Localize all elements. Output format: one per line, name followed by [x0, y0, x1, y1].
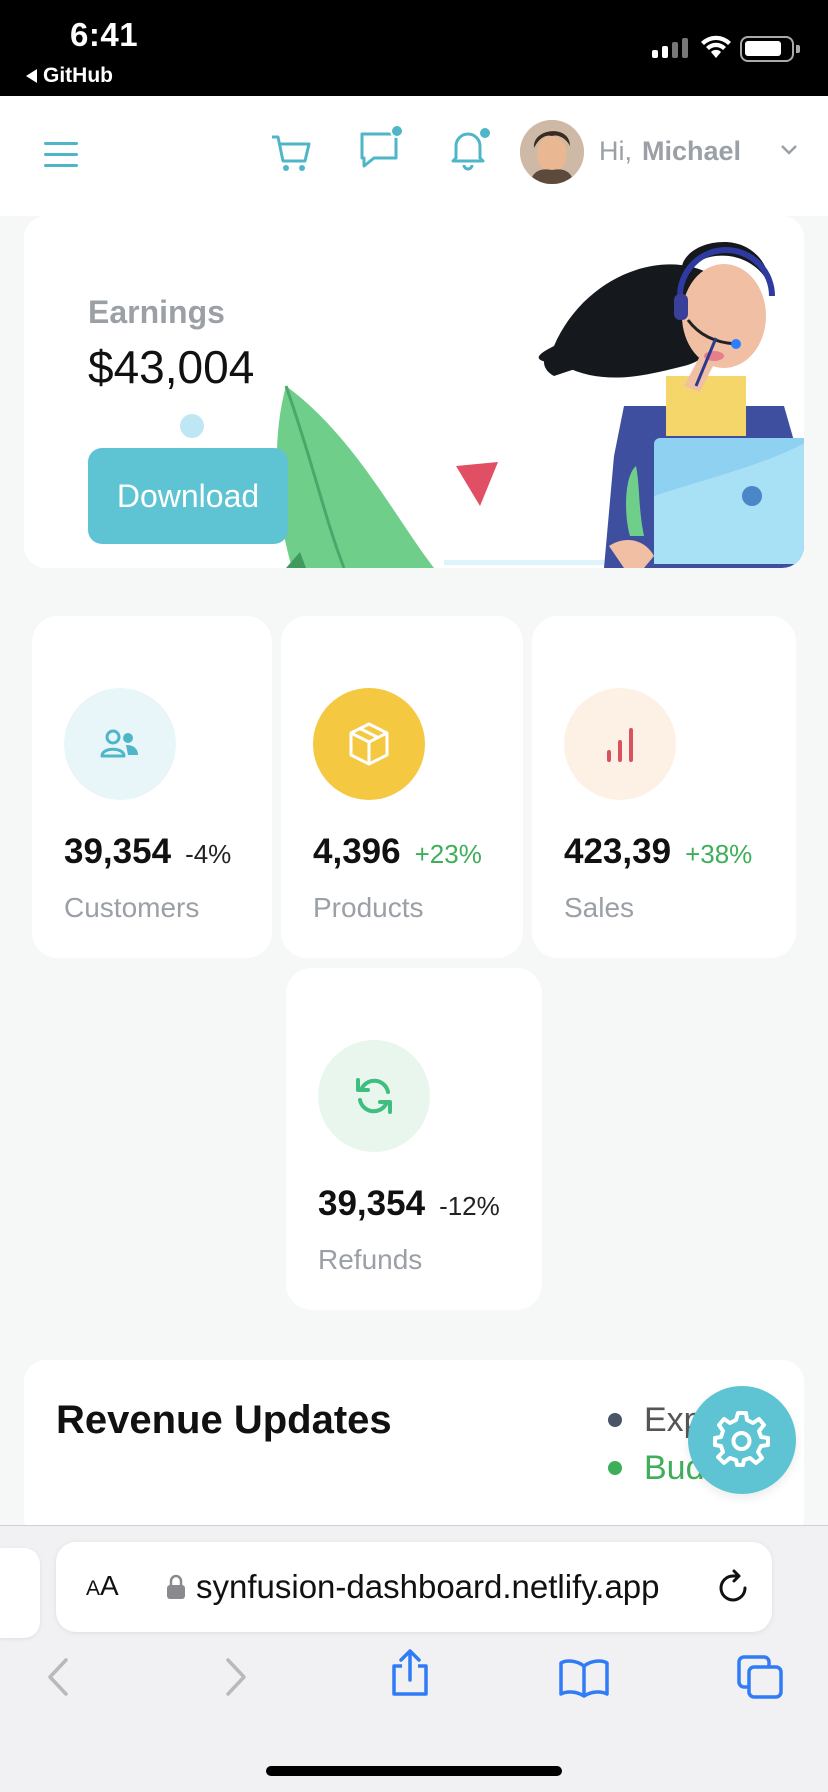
- customers-change: -4%: [185, 839, 232, 869]
- clock: 6:41: [70, 16, 139, 53]
- share-icon[interactable]: [388, 1648, 432, 1698]
- products-label: Products: [313, 892, 424, 923]
- customers-count: 39,354: [64, 832, 172, 871]
- products-value: 4,396 +23%: [313, 832, 482, 872]
- url-text[interactable]: synfusion-dashboard.netlify.app: [196, 1568, 716, 1606]
- browser-bottom-bar: AA synfusion-dashboard.netlify.app: [0, 1525, 828, 1792]
- notifications-button[interactable]: [448, 126, 494, 176]
- gear-icon: [713, 1411, 770, 1467]
- box-icon: [349, 722, 389, 766]
- revenue-title: Revenue Updates: [56, 1398, 392, 1442]
- download-button[interactable]: Download: [88, 448, 288, 544]
- status-bar: 6:41 GitHub: [0, 0, 828, 96]
- refunds-label: Refunds: [318, 1244, 423, 1275]
- reload-icon[interactable]: [716, 1568, 750, 1604]
- user-greeting[interactable]: Hi, Michael: [599, 136, 741, 167]
- bookmarks-icon[interactable]: [558, 1658, 610, 1698]
- previous-tab-peek[interactable]: [0, 1548, 40, 1638]
- text-size-button[interactable]: AA: [86, 1570, 119, 1602]
- sales-count: 423,39: [564, 832, 672, 871]
- earnings-label: Earnings: [88, 294, 225, 330]
- legend-bullet-budget: [608, 1461, 622, 1475]
- address-bar[interactable]: AA synfusion-dashboard.netlify.app: [56, 1542, 772, 1632]
- customers-icon: [100, 729, 138, 758]
- customers-value: 39,354 -4%: [64, 832, 231, 872]
- stat-card-products: 4,396 +23% Products: [281, 616, 523, 958]
- bar-chart-icon: [607, 728, 633, 762]
- sales-icon-circle: [564, 688, 676, 800]
- lock-icon: [167, 1574, 185, 1599]
- home-indicator: [266, 1766, 562, 1776]
- user-name: Michael: [642, 136, 742, 166]
- stat-card-customers: 39,354 -4% Customers: [32, 616, 272, 958]
- forward-icon[interactable]: [222, 1656, 250, 1698]
- revenue-updates-card: Revenue Updates Exp Bud: [24, 1360, 804, 1540]
- notification-dot: [478, 126, 492, 140]
- cellular-signal-icon: [652, 38, 688, 58]
- profile-photo-icon: [520, 120, 584, 184]
- back-app-label: GitHub: [43, 64, 113, 87]
- wifi-icon: [701, 35, 731, 58]
- top-navigation: Hi, Michael: [0, 96, 828, 216]
- products-change: +23%: [414, 839, 482, 869]
- back-icon[interactable]: [44, 1656, 72, 1698]
- earnings-value: $43,004: [88, 341, 255, 393]
- earnings-card: Earnings $43,004 Download: [24, 216, 804, 568]
- tabs-icon[interactable]: [736, 1654, 784, 1700]
- refunds-count: 39,354: [318, 1184, 426, 1223]
- back-arrow-icon: [26, 69, 37, 83]
- legend-bullet-expense: [608, 1413, 622, 1427]
- chevron-down-icon[interactable]: [780, 144, 798, 156]
- stat-card-sales: 423,39 +38% Sales: [532, 616, 796, 958]
- refunds-icon-circle: [318, 1040, 430, 1152]
- stat-card-refunds: 39,354 -12% Refunds: [286, 968, 542, 1310]
- menu-icon[interactable]: [44, 140, 78, 170]
- settings-button[interactable]: [688, 1386, 796, 1494]
- chat-notification-dot: [390, 124, 404, 138]
- back-to-app-link[interactable]: GitHub: [26, 64, 113, 88]
- greeting-text: Hi,: [599, 136, 632, 166]
- chat-button[interactable]: [358, 124, 404, 172]
- products-icon-circle: [313, 688, 425, 800]
- products-count: 4,396: [313, 832, 401, 871]
- battery-icon: [740, 36, 800, 62]
- sales-change: +38%: [685, 839, 753, 869]
- avatar[interactable]: [520, 120, 584, 184]
- cart-icon[interactable]: [270, 134, 312, 174]
- sales-label: Sales: [564, 892, 635, 923]
- refresh-icon: [356, 1078, 392, 1114]
- customers-label: Customers: [64, 892, 200, 923]
- sales-value: 423,39 +38%: [564, 832, 752, 872]
- customers-icon-circle: [64, 688, 176, 800]
- refunds-change: -12%: [439, 1191, 500, 1221]
- refunds-value: 39,354 -12%: [318, 1184, 500, 1224]
